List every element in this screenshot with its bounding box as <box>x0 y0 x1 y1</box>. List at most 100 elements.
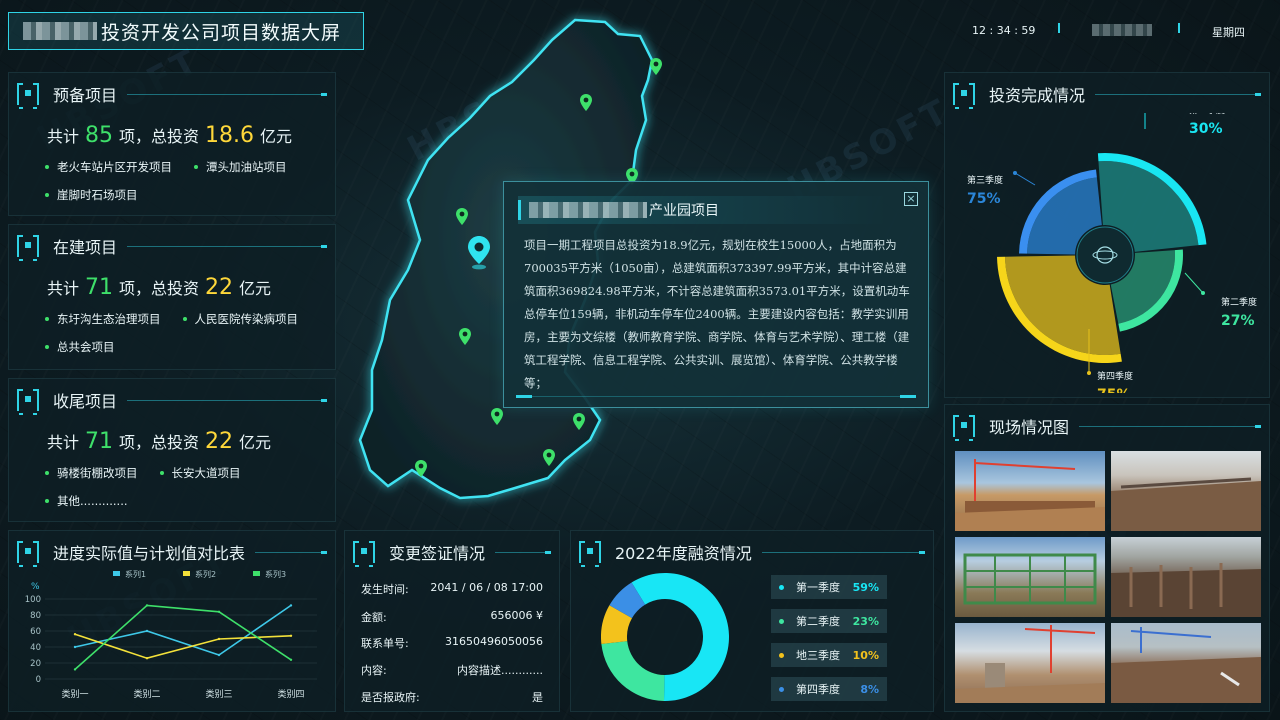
title-divider <box>255 550 327 554</box>
leader-line <box>1184 272 1204 294</box>
change-panel: 变更签证情况 发生时间: 2041 / 06 / 08 17:00 金额: 6560… <box>344 530 560 712</box>
panel-header: 进度实际值与计划值对比表 <box>17 539 327 567</box>
site-photo[interactable] <box>955 537 1105 617</box>
finance-panel: 2022年度融资情况 第一季度 59% 第二季度 23% 地三季度 10% 第四季度 8… <box>570 530 934 712</box>
progress-line-chart[interactable]: % 0 20 40 60 80 100 类别一 类别二 类别三 类别四 系列1 系列2 系列3 <box>9 567 337 713</box>
clock: 12 : 34 : 59 <box>972 24 1036 37</box>
data-point <box>217 653 221 657</box>
closing-list: 骑楼街棚改项目 长安大道项目 其他............. <box>45 465 345 509</box>
legend-label: 地三季度 <box>796 649 840 662</box>
leader-dot <box>1201 291 1205 295</box>
reserve-panel: 预备项目 共计 85 项，总投资 18.6 亿元 老火车站片区开发项目 潭头加油站项目 … <box>8 72 336 216</box>
legend-value: 10% <box>852 648 879 662</box>
slice-label: 第四季度 <box>1097 370 1133 382</box>
summary-prefix: 共计 <box>47 127 80 146</box>
field-label: 金额: <box>361 611 387 624</box>
panel-title: 2022年度融资情况 <box>615 544 752 563</box>
summary-unit: 项，总投资 <box>119 127 200 146</box>
data-point <box>289 634 293 637</box>
map-pin-icon[interactable] <box>580 94 592 116</box>
list-item-label: 潭头加油站项目 <box>206 160 287 174</box>
list-item-label: 长安大道项目 <box>171 466 241 480</box>
list-item[interactable]: 东圩沟生态治理项目 <box>45 311 161 327</box>
invest-rose-chart[interactable]: 第一季度 30% 第二季度 27% 第四季度 75% 第三季度 75% <box>945 113 1271 393</box>
list-item[interactable]: 总共会项目 <box>45 339 115 355</box>
map-pin-icon[interactable] <box>543 449 555 471</box>
site-panel: 现场情况图 <box>944 404 1270 712</box>
list-item-label: 东圩沟生态治理项目 <box>57 312 161 326</box>
summary-unit: 项，总投资 <box>119 279 200 298</box>
list-item-label: 其他............. <box>57 494 128 508</box>
site-photo[interactable] <box>1111 537 1261 617</box>
field-value: 2041 / 06 / 08 17:00 <box>430 581 543 594</box>
x-tick-label: 类别四 <box>277 688 304 700</box>
bracket-icon <box>17 389 39 415</box>
site-photo[interactable] <box>955 623 1105 703</box>
change-row: 联系单号: 31650496050056 <box>361 635 543 651</box>
bullet-icon <box>194 165 198 169</box>
map-pin-icon[interactable] <box>491 408 503 430</box>
site-photo[interactable] <box>955 451 1105 531</box>
map-pin-icon[interactable] <box>415 460 427 482</box>
bullet-icon <box>45 165 49 169</box>
building-summary: 共计 71 项，总投资 22 亿元 <box>47 275 271 300</box>
slice-value: 30% <box>1189 121 1223 137</box>
field-value: 是 <box>532 691 543 704</box>
list-item-label: 总共会项目 <box>57 340 115 354</box>
x-tick-label: 类别三 <box>205 688 232 700</box>
y-tick-label: 20 <box>30 659 41 669</box>
building-amount: 22 <box>205 275 234 300</box>
finance-legend-item[interactable]: 第二季度 23% <box>771 609 887 633</box>
map-pin-icon[interactable] <box>456 208 468 230</box>
legend-dot <box>779 686 784 692</box>
panel-title: 变更签证情况 <box>389 544 486 563</box>
map-pin-icon[interactable] <box>573 413 585 435</box>
closing-count: 71 <box>85 429 114 454</box>
redacted-date <box>1092 24 1152 36</box>
closing-panel: 收尾项目 共计 71 项，总投资 22 亿元 骑楼街棚改项目 长安大道项目 其他....… <box>8 378 336 522</box>
field-value: 656006 ¥ <box>490 609 544 622</box>
list-item-label: 骑楼街棚改项目 <box>57 466 138 480</box>
finance-legend-item[interactable]: 第四季度 8% <box>771 677 887 701</box>
panel-title: 在建项目 <box>53 238 118 257</box>
list-item[interactable]: 老火车站片区开发项目 <box>45 159 172 175</box>
legend-label: 第四季度 <box>796 683 840 696</box>
map-pin-icon[interactable] <box>459 328 471 350</box>
title-divider <box>127 398 327 402</box>
list-item[interactable]: 人民医院传染病项目 <box>182 311 298 327</box>
panel-title: 投资完成情况 <box>989 86 1086 105</box>
list-item[interactable]: 其他............. <box>45 493 128 509</box>
bracket-icon <box>953 415 975 441</box>
finance-legend-item[interactable]: 地三季度 10% <box>771 643 887 667</box>
legend-label: 第二季度 <box>796 615 840 628</box>
site-photo[interactable] <box>1111 623 1261 703</box>
field-label: 联系单号: <box>361 637 409 650</box>
list-item[interactable]: 骑楼街棚改项目 <box>45 465 138 481</box>
building-panel: 在建项目 共计 71 项，总投资 22 亿元 东圩沟生态治理项目 人民医院传染病项目 总… <box>8 224 336 370</box>
list-item[interactable]: 长安大道项目 <box>159 465 241 481</box>
map-pin-icon[interactable] <box>650 58 662 80</box>
list-item[interactable]: 潭头加油站项目 <box>194 159 287 175</box>
building-list: 东圩沟生态治理项目 人民医院传染病项目 总共会项目 <box>45 311 345 355</box>
amount-unit: 亿元 <box>239 279 272 298</box>
legend-label: 第一季度 <box>796 581 840 594</box>
list-item-label: 崖脚时石场项目 <box>57 188 138 202</box>
list-item[interactable]: 崖脚时石场项目 <box>45 187 138 203</box>
data-point <box>73 645 77 649</box>
finance-legend-item[interactable]: 第一季度 59% <box>771 575 887 599</box>
close-icon[interactable]: × <box>904 192 918 206</box>
panel-header: 投资完成情况 <box>953 81 1261 109</box>
legend-dot <box>779 584 784 590</box>
summary-unit: 项，总投资 <box>119 433 200 452</box>
bullet-icon <box>182 317 187 321</box>
panel-title: 收尾项目 <box>53 392 118 411</box>
site-photo[interactable] <box>1111 451 1261 531</box>
panel-header: 在建项目 <box>17 233 327 261</box>
data-point <box>217 637 221 641</box>
map-pin-selected-icon[interactable] <box>468 236 490 274</box>
panel-header: 现场情况图 <box>953 413 1261 441</box>
reserve-amount: 18.6 <box>205 123 255 148</box>
finance-donut-chart[interactable] <box>601 567 751 707</box>
legend-label: 系列2 <box>195 569 216 579</box>
summary-prefix: 共计 <box>47 433 80 452</box>
